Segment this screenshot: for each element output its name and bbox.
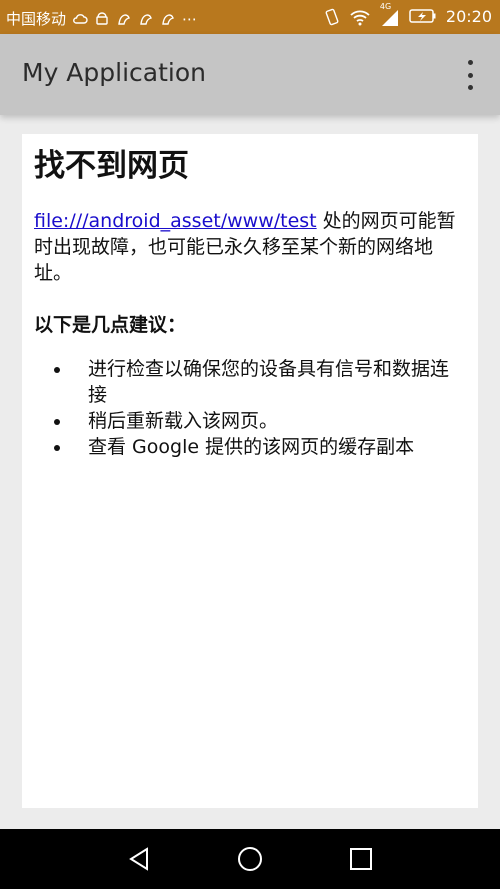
- page-title: 找不到网页: [34, 148, 189, 184]
- status-bar: 中国移动 ⋯ 4G 20:20: [0, 0, 500, 34]
- status-right-group: 4G 20:20: [324, 2, 492, 26]
- wifi-icon: [349, 8, 371, 26]
- overflow-menu-icon[interactable]: [464, 60, 476, 90]
- app-notification-icon: [160, 11, 176, 27]
- cellular-signal-icon: 4G: [380, 2, 400, 26]
- failed-url-link[interactable]: file:///android_asset/www/test: [34, 210, 317, 232]
- android-notification-icon: [94, 11, 110, 27]
- app-bar: My Application: [0, 34, 500, 115]
- navigation-bar: [0, 829, 500, 889]
- more-notifications-icon: ⋯: [182, 9, 198, 28]
- suggestions-heading: 以下是几点建议：: [34, 314, 187, 336]
- battery-charging-icon: [409, 8, 437, 24]
- status-time: 20:20: [445, 6, 492, 26]
- carrier-label: 中国移动: [6, 10, 67, 28]
- suggestions-list: 进行检查以确保您的设备具有信号和数据连接 稍后重新载入该网页。 查看 Googl…: [34, 356, 466, 460]
- back-icon[interactable]: [125, 844, 155, 874]
- home-icon[interactable]: [235, 844, 265, 874]
- recents-icon[interactable]: [346, 844, 376, 874]
- status-left-group: 中国移动 ⋯: [6, 8, 197, 29]
- app-notification-icon: [138, 11, 154, 27]
- app-title: My Application: [22, 58, 206, 87]
- suggestion-item: 稍后重新载入该网页。: [34, 408, 466, 434]
- suggestion-item: 进行检查以确保您的设备具有信号和数据连接: [34, 356, 466, 408]
- cloud-icon: [72, 11, 88, 27]
- suggestion-item: 查看 Google 提供的该网页的缓存副本: [34, 434, 466, 460]
- error-description: file:///android_asset/www/test 处的网页可能暂时出…: [34, 208, 462, 286]
- app-notification-icon: [116, 11, 132, 27]
- webview: 找不到网页 file:///android_asset/www/test 处的网…: [22, 134, 478, 808]
- vibrate-icon: [324, 8, 340, 26]
